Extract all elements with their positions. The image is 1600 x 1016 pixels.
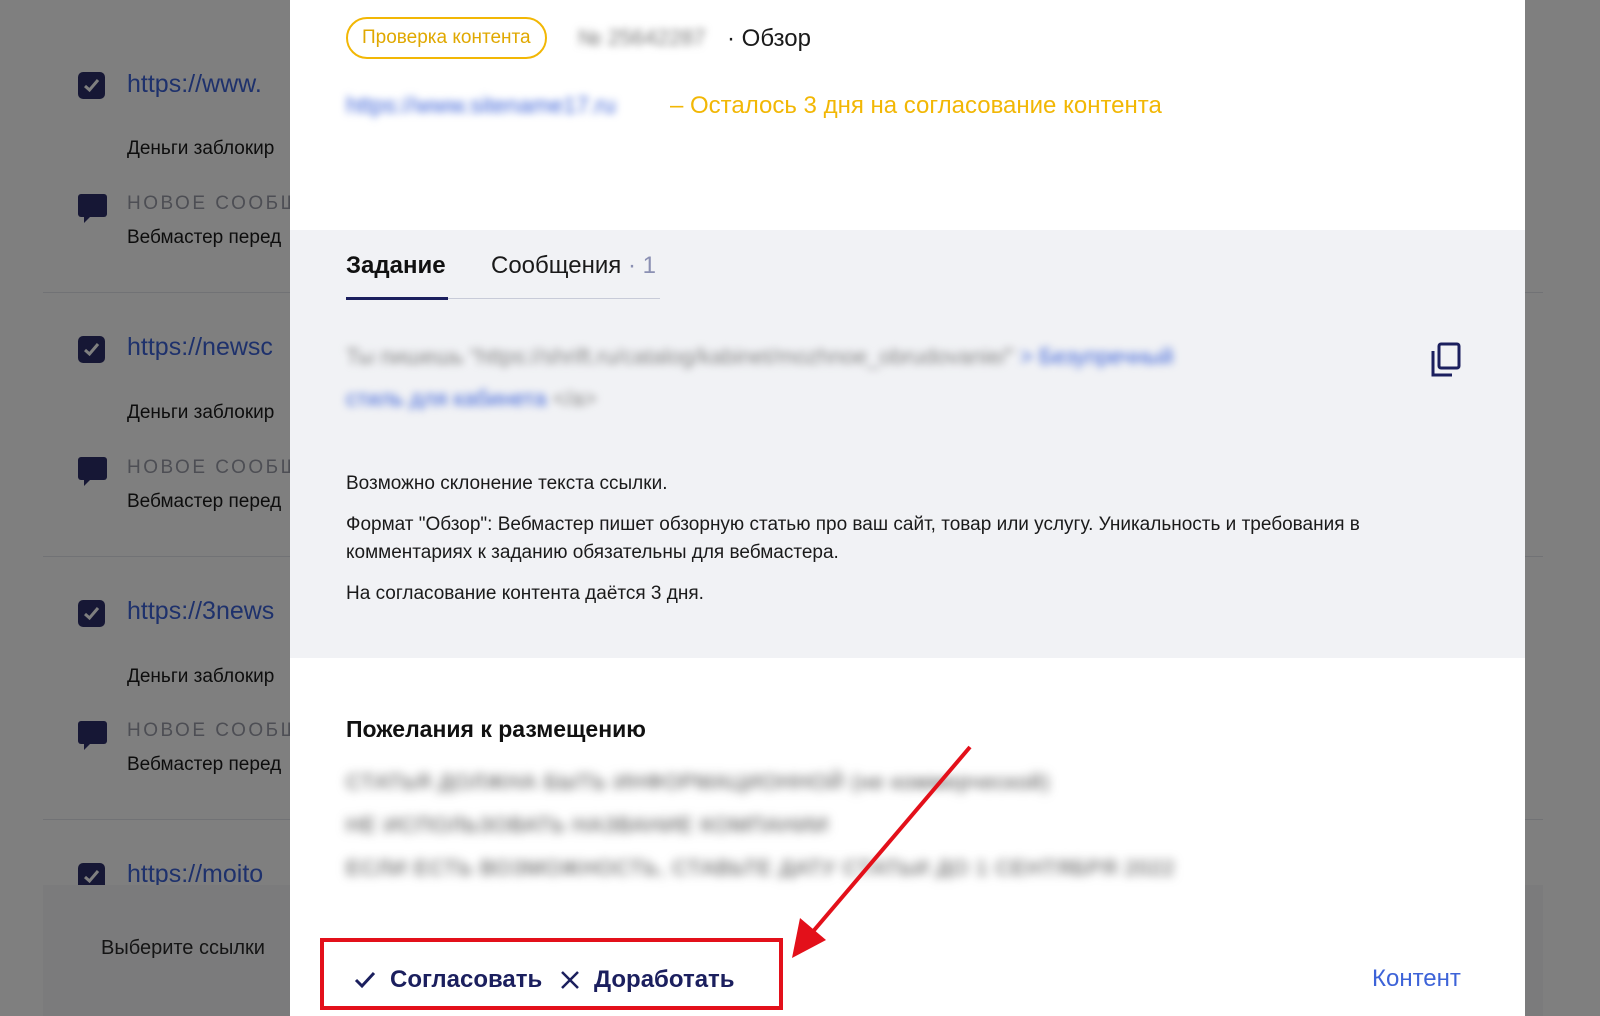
annotation-arrow <box>792 745 972 958</box>
